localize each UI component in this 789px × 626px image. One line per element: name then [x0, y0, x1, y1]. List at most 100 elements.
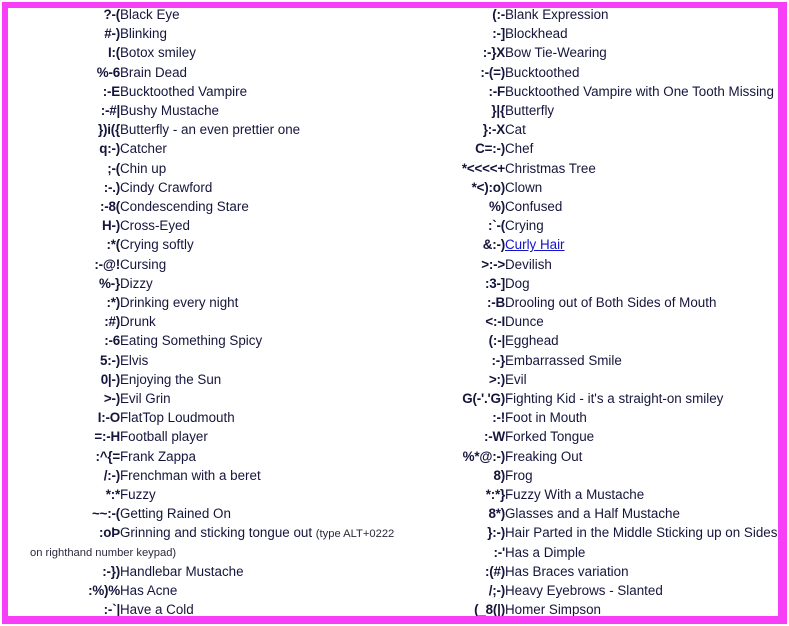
smiley-row: :-@! Cursing [8, 255, 402, 274]
smiley-row: I:-O FlatTop Loudmouth [8, 408, 402, 427]
smiley-code: *<<<<+ [461, 160, 505, 176]
smiley-code: H-) [102, 218, 120, 234]
smiley-description: FlatTop Loudmouth [120, 408, 402, 427]
smiley-description-text: Frenchman with a beret [120, 467, 261, 483]
smiley-description: Football player [120, 427, 402, 446]
smiley-description-text: Clown [505, 179, 543, 195]
smiley-description: Glasses and a Half Mustache [505, 504, 778, 523]
smiley-row: })i({Butterfly - an even prettier one [8, 120, 402, 139]
smiley-code: :-' [493, 544, 505, 560]
smiley-description-text: Dog [505, 275, 530, 291]
smiley-description: Catcher [120, 139, 402, 158]
smiley-description-text: Botox smiley [120, 45, 196, 61]
smiley-row: %-} Dizzy [8, 274, 402, 293]
smiley-row: 8*) Glasses and a Half Mustache [402, 504, 778, 523]
smiley-code: (^~^~^) [402, 620, 505, 625]
smiley-code: :*) [106, 295, 120, 311]
smiley-description: Condescending Stare [120, 197, 402, 216]
smiley-row: ?-(Black Eye [8, 7, 402, 24]
smiley-description-text: Bucktoothed [505, 64, 580, 80]
smiley-code: 8) [493, 467, 505, 483]
smiley-code: %-} [99, 275, 120, 291]
smiley-description: Embarrassed Smile [505, 351, 778, 370]
smiley-row: <:-I Dunce [402, 312, 778, 331]
smiley-description-text: Butterfly [505, 103, 555, 119]
smiley-row: (:- Blank Expression [402, 7, 778, 24]
smiley-columns: ?-(Black Eye #-) Blinking I:(Botox smiley %-… [8, 7, 778, 625]
smiley-code: :-@! [94, 256, 120, 272]
smiley-code: :-.) [103, 179, 121, 195]
smiley-description: Dunce [505, 312, 778, 331]
smiley-code: *:*} [485, 487, 505, 503]
smiley-description: Has Acne [120, 581, 402, 600]
smiley-description: Fuzzy [120, 485, 402, 504]
smiley-description: Botox smiley [120, 43, 402, 62]
smiley-description-text: Football player [120, 429, 208, 445]
smiley-row: :-} Embarrassed Smile [402, 351, 778, 370]
smiley-code: :-}) [102, 563, 120, 579]
smiley-description-text: Has Braces variation [505, 563, 629, 579]
smiley-row: &:-) Curly Hair [402, 235, 778, 254]
smiley-description: Black Eye [120, 8, 402, 24]
smiley-description: Dizzy [120, 274, 402, 293]
smiley-row: ~~:-(Getting Rained On [8, 504, 402, 523]
smiley-description-text: Devilish [505, 256, 552, 272]
smiley-description-text: Dunce [505, 314, 544, 330]
smiley-code: 8*) [488, 506, 505, 522]
smiley-description: Fuzzy With a Mustache [505, 485, 778, 504]
smiley-row: G(-'.'G) Fighting Kid - it's a straight-o… [402, 389, 778, 408]
smiley-description: Frenchman with a beret [120, 466, 402, 485]
smiley-description-text: Chef [505, 141, 534, 157]
smiley-code: :-W [484, 429, 505, 445]
smiley-description: Evil Grin [120, 389, 402, 408]
smiley-description: Cursing [120, 255, 402, 274]
smiley-description-text: Christmas Tree [505, 160, 596, 176]
smiley-code: :#) [104, 314, 120, 330]
smiley-row: I:(Botox smiley [8, 43, 402, 62]
smiley-description: Enjoying the Sun [120, 370, 402, 389]
smiley-description-text: Embarrassed Smile [505, 352, 622, 368]
page-content: ?-(Black Eye #-) Blinking I:(Botox smiley %-… [8, 7, 778, 625]
smiley-row: :-`| Have a Cold [8, 600, 402, 618]
smiley-description: Curly Hair [505, 235, 778, 254]
smiley-description: Bucktoothed Vampire with One Tooth Missi… [505, 82, 778, 101]
smiley-description: Freaking Out [505, 447, 778, 466]
smiley-description-text: FlatTop Loudmouth [120, 410, 235, 426]
smiley-description: Homer Simpson [505, 600, 778, 616]
smiley-code: :%)% [88, 582, 120, 598]
smiley-code: :(#) [484, 563, 505, 579]
smiley-description: Foot in Mouth [505, 408, 778, 427]
smiley-description: Bow Tie-Wearing [505, 43, 778, 62]
smiley-description: Grinning and sticking tongue out (type A… [30, 523, 402, 561]
smiley-row: 8) Frog [402, 466, 778, 485]
smiley-row: ;-(Chin up [8, 159, 402, 178]
page-frame: ?-(Black Eye #-) Blinking I:(Botox smiley %-… [0, 0, 789, 626]
smiley-description-text: Cat [505, 122, 526, 138]
smiley-code: G(-'.'G) [462, 391, 505, 407]
smiley-row: :-] Blockhead [402, 24, 778, 43]
smiley-description-text: Hair Parted in the Middle Sticking up on… [505, 525, 778, 541]
smiley-description: Chef [505, 139, 778, 158]
smiley-description: Clown [505, 178, 778, 197]
smiley-code: 5:-) [99, 352, 120, 368]
smiley-row: *:* Fuzzy [8, 485, 402, 504]
smiley-description-text: Bucktoothed Vampire with One Tooth Missi… [505, 83, 774, 99]
smiley-description-text: Fighting Kid - it's a straight-on smiley [505, 391, 724, 407]
smiley-row: *:*} Fuzzy With a Mustache [402, 485, 778, 504]
smiley-row: (_8(|) Homer Simpson [402, 600, 778, 616]
smiley-description-text: Confused [505, 199, 563, 215]
smiley-code: :-8( [99, 199, 120, 215]
smiley-row: :-}X Bow Tie-Wearing [402, 43, 778, 62]
smiley-description-link[interactable]: Curly Hair [505, 237, 565, 252]
smiley-description: Handlebar Mustache [120, 562, 402, 581]
smiley-description-text: Evil Grin [120, 391, 171, 407]
smiley-code: (:- [492, 7, 505, 22]
smiley-description-text: Blockhead [505, 26, 568, 42]
smiley-description-text: Have a Cold [120, 602, 194, 618]
smiley-description-text: Crying softly [120, 237, 194, 253]
smiley-row: :-W Forked Tongue [402, 427, 778, 446]
smiley-row: %) Confused [402, 197, 778, 216]
smiley-code: ?-( [103, 7, 121, 22]
smiley-code: >:) [488, 371, 505, 387]
smiley-description: Blockhead [505, 24, 778, 43]
